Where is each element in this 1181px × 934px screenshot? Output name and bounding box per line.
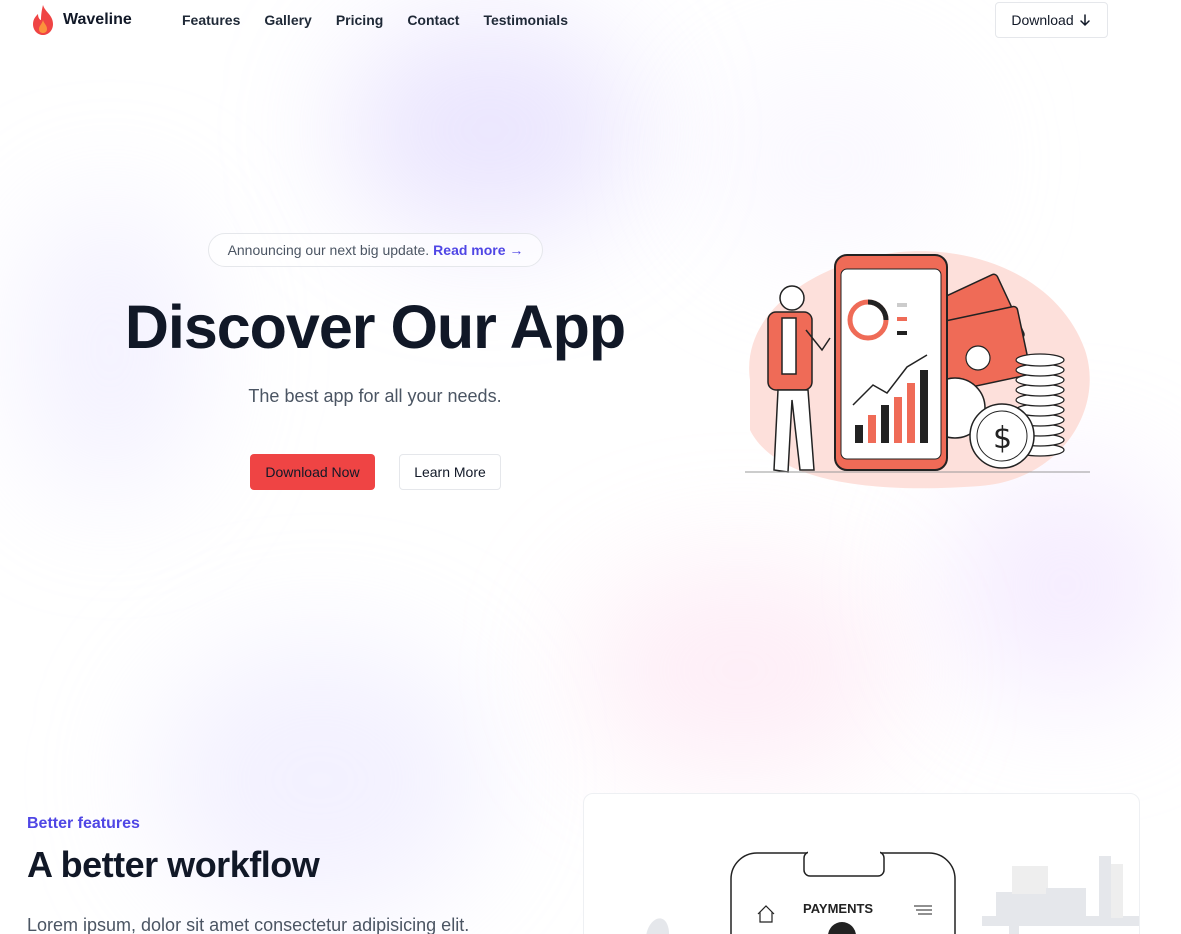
finance-app-illustration: $: [745, 251, 1090, 489]
nav-download-label: Download: [1011, 12, 1074, 28]
announcement-pill: Announcing our next big update. Read mor…: [208, 233, 543, 267]
nav-link-gallery[interactable]: Gallery: [264, 12, 311, 28]
navbar: Waveline Features Gallery Pricing Contac…: [0, 0, 1181, 40]
read-more-label: Read more: [433, 242, 506, 258]
hero-subtitle: The best app for all your needs.: [248, 386, 502, 406]
nav-download-button[interactable]: Download: [995, 2, 1108, 38]
feature-preview-card: PAYMENTS: [583, 793, 1140, 934]
read-more-link[interactable]: Read more →: [433, 242, 523, 258]
nav-link-testimonials[interactable]: Testimonials: [483, 12, 568, 28]
arrow-down-icon: [1079, 14, 1090, 26]
payments-label: PAYMENTS: [803, 901, 874, 916]
brand-name: Waveline: [63, 11, 132, 28]
features-description: Lorem ipsum, dolor sit amet consectetur …: [27, 915, 470, 934]
nav-link-contact[interactable]: Contact: [407, 12, 459, 28]
learn-more-button[interactable]: Learn More: [399, 454, 501, 490]
hero-title: Discover Our App: [124, 293, 626, 361]
logo[interactable]: Waveline: [29, 3, 132, 37]
nav-link-features[interactable]: Features: [182, 12, 240, 28]
flame-icon: [33, 5, 53, 35]
features-eyebrow: Better features: [27, 815, 140, 832]
arrow-right-icon: →: [509, 242, 524, 258]
nav-link-pricing[interactable]: Pricing: [336, 12, 383, 28]
download-now-button[interactable]: Download Now: [250, 454, 375, 490]
nav-links: Features Gallery Pricing Contact Testimo…: [182, 12, 568, 28]
announcement-text: Announcing our next big update.: [227, 242, 430, 258]
features-title: A better workflow: [27, 844, 320, 885]
svg-text:$: $: [993, 421, 1012, 456]
